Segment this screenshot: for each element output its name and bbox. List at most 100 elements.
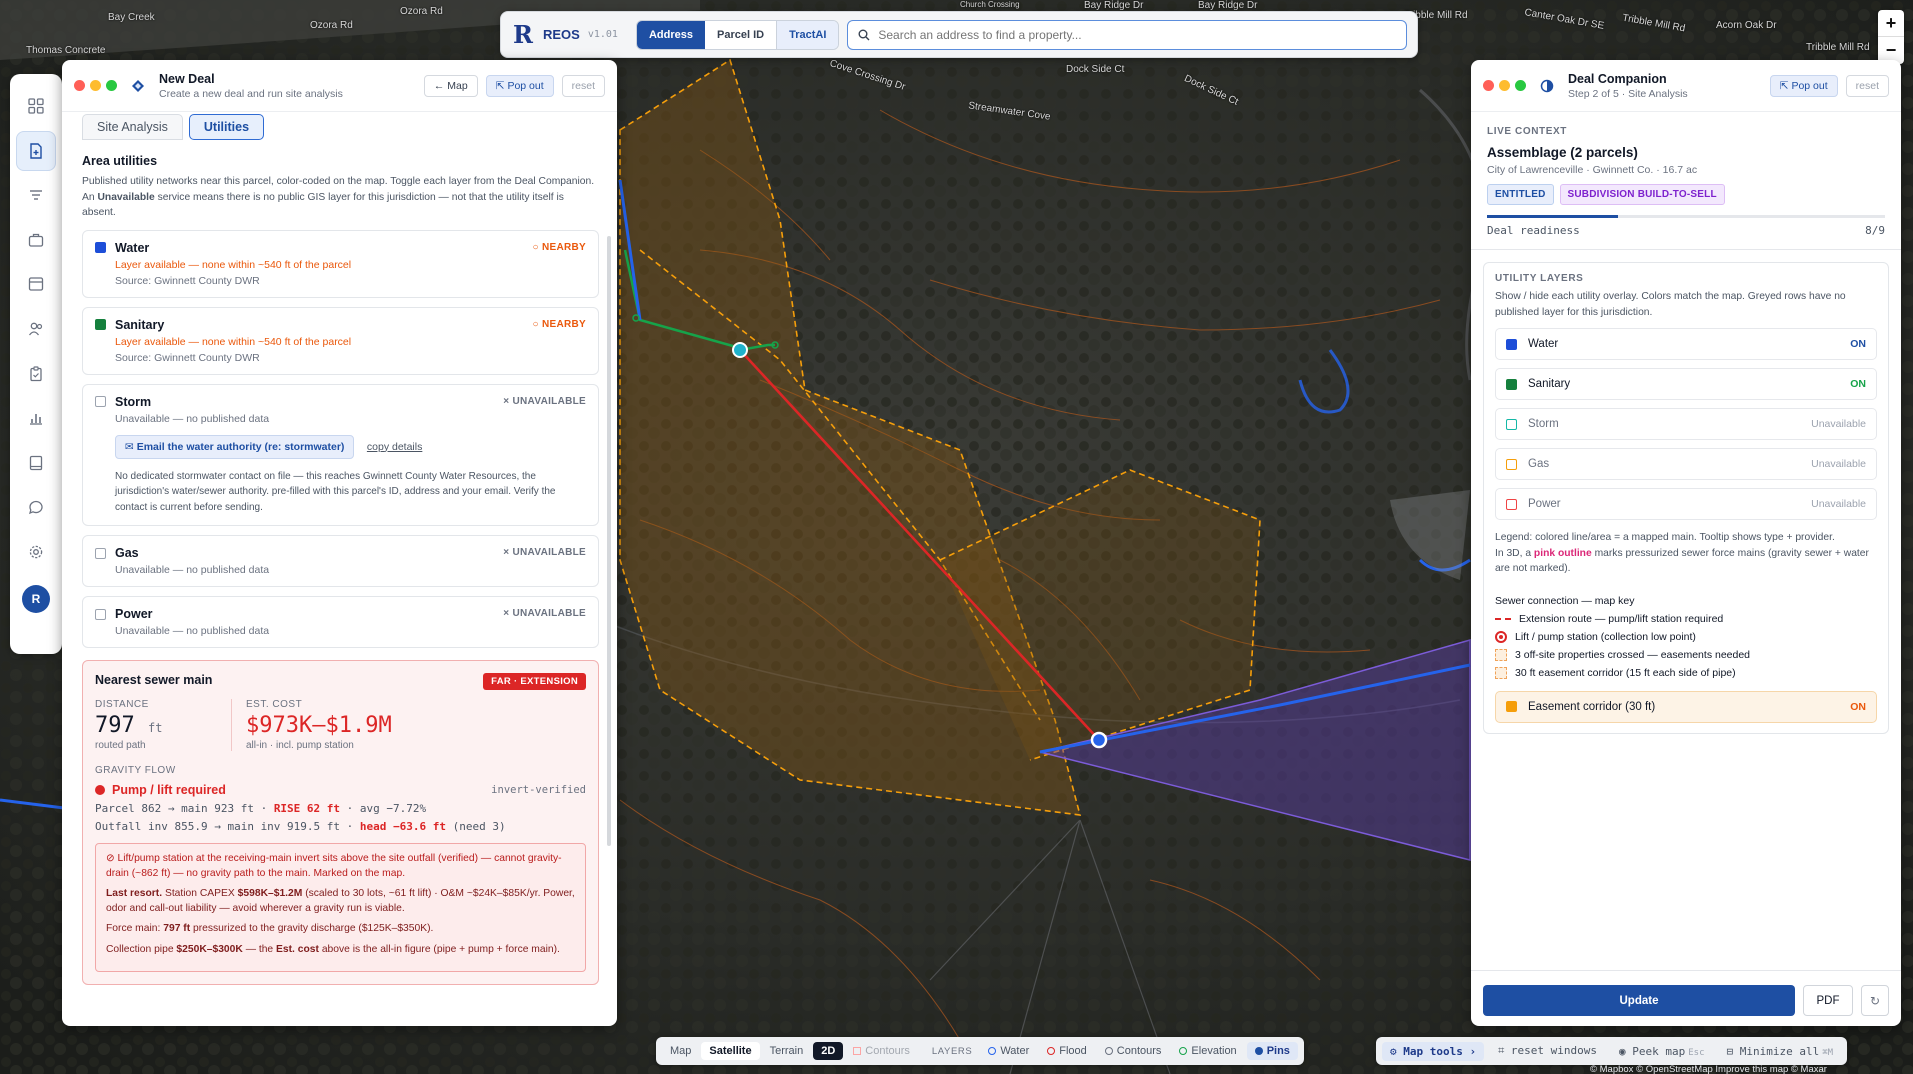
copy-details-link[interactable]: copy details [367, 441, 422, 453]
live-context: LIVE CONTEXT Assemblage (2 parcels) City… [1487, 126, 1885, 237]
search-input[interactable] [878, 27, 1396, 42]
window-tools-bar: ⚙ Map tools › ⌗ reset windows ◉ Peek map… [1376, 1037, 1848, 1065]
rise-readout: Parcel 862 → main 923 ft · RISE 62 ft · … [95, 802, 427, 815]
utility-name: Storm [115, 394, 152, 409]
layer-contours[interactable]: Contours [1097, 1042, 1170, 1060]
assemblage-location: City of Lawrenceville · Gwinnett Co. · 1… [1487, 164, 1698, 176]
mode-tractai[interactable]: TractAI [776, 20, 839, 49]
utility-name: Sanitary [115, 317, 165, 332]
inbox-icon[interactable] [16, 264, 56, 304]
readiness-label: Deal readiness [1487, 224, 1580, 237]
nav-rail: R [10, 74, 62, 654]
search-bar: R REOS v1.01 Address Parcel ID TractAI [500, 11, 1418, 58]
layer-elevation[interactable]: Elevation [1171, 1042, 1244, 1060]
back-to-map-button[interactable]: ← Map [423, 74, 478, 97]
storm-contact-note: No dedicated stormwater contact on file … [115, 470, 556, 513]
utility-card-sanitary[interactable]: Sanitary ○ NEARBY Layer available — none… [82, 306, 599, 375]
new-deal-icon[interactable] [16, 130, 56, 171]
layer-toggle-easement[interactable]: Easement corridor (30 ft) ON [1495, 690, 1877, 723]
book-icon[interactable] [16, 443, 56, 483]
utility-card-storm[interactable]: Storm × UNAVAILABLE Unavailable — no pub… [82, 383, 599, 526]
nearest-sewer-card: Nearest sewer main FAR · EXTENSION DISTA… [82, 660, 599, 985]
utility-status: Unavailable — no published data [115, 412, 270, 425]
settings-icon[interactable] [16, 532, 56, 572]
layer-toggle-power[interactable]: Power Unavailable [1495, 488, 1877, 520]
section-description: Published utility networks near this par… [82, 176, 595, 218]
cost-metric: EST. COST $973K–$1.9M all-in · incl. pum… [231, 699, 392, 751]
filter-icon[interactable] [16, 175, 56, 215]
minimize-all-button[interactable]: ⊟ Minimize all ⌘M [1719, 1042, 1842, 1061]
panel-subtitle: Create a new deal and run site analysis [159, 87, 343, 100]
utility-name: Gas [115, 546, 139, 560]
layer-flood[interactable]: Flood [1039, 1042, 1095, 1060]
key-offsite-properties: 3 off-site properties crossed — easement… [1495, 648, 1877, 661]
close-window-button[interactable] [74, 80, 85, 91]
map-label: Bay Ridge Dr [1084, 0, 1144, 11]
utility-source: Source: Gwinnett County DWR [115, 351, 260, 364]
pop-out-button[interactable]: ⇱ Pop out [485, 74, 554, 97]
avatar[interactable]: R [22, 584, 50, 613]
layers-legend: Legend: colored line/area = a mapped mai… [1495, 532, 1869, 574]
clipboard-icon[interactable] [16, 354, 56, 394]
style-satellite[interactable]: Satellite [701, 1042, 760, 1060]
panel-title: New Deal [159, 71, 215, 86]
reos-logo: R [513, 20, 533, 49]
gas-checkbox[interactable] [95, 547, 106, 559]
power-checkbox[interactable] [95, 608, 106, 620]
grid-icon[interactable] [16, 86, 56, 126]
update-button[interactable]: Update [1483, 985, 1795, 1016]
tab-site-analysis[interactable]: Site Analysis [82, 114, 183, 140]
map-tools-button[interactable]: ⚙ Map tools › [1382, 1041, 1485, 1061]
email-authority-button[interactable]: ✉ Email the water authority (re: stormwa… [115, 434, 355, 459]
status-badge: ○ NEARBY [532, 241, 586, 253]
close-window-button[interactable] [1483, 80, 1494, 91]
toggle-2d[interactable]: 2D [813, 1042, 844, 1060]
pop-out-button[interactable]: ⇱ Pop out [1769, 74, 1838, 97]
maximize-window-button[interactable] [106, 80, 117, 91]
analysis-tabs: Site Analysis Utilities [82, 114, 599, 140]
zoom-controls: + − [1878, 10, 1904, 64]
people-icon[interactable] [16, 309, 56, 349]
maximize-window-button[interactable] [1515, 80, 1526, 91]
reset-button[interactable]: reset [561, 74, 605, 97]
chart-icon[interactable] [16, 398, 56, 438]
briefcase-icon[interactable] [16, 220, 56, 260]
style-terrain[interactable]: Terrain [762, 1042, 812, 1060]
minimize-window-button[interactable] [90, 80, 101, 91]
minimize-window-button[interactable] [1499, 80, 1510, 91]
zoom-in-button[interactable]: + [1878, 10, 1904, 37]
panel-scrollbar[interactable] [607, 236, 611, 846]
window-controls [1483, 80, 1526, 91]
layer-toggle-sanitary[interactable]: Sanitary ON [1495, 368, 1877, 400]
layer-toggle-gas[interactable]: Gas Unavailable [1495, 448, 1877, 480]
assemblage-title: Assemblage (2 parcels) [1487, 145, 1638, 160]
map-attribution[interactable]: © Mapbox © OpenStreetMap Improve this ma… [1590, 1064, 1827, 1074]
pdf-button[interactable]: PDF [1803, 985, 1853, 1016]
peek-map-button[interactable]: ◉ Peek map Esc [1611, 1042, 1713, 1061]
utility-status: Unavailable — no published data [115, 625, 270, 637]
storm-checkbox[interactable] [95, 396, 106, 407]
refresh-icon[interactable]: ↻ [1861, 985, 1889, 1016]
reset-button[interactable]: reset [1845, 74, 1889, 97]
reset-windows-button[interactable]: ⌗ reset windows [1490, 1041, 1605, 1061]
utility-card-gas[interactable]: Gas × UNAVAILABLE Unavailable — no publi… [82, 535, 599, 587]
gravity-status: Pump / lift required [112, 783, 226, 797]
style-map[interactable]: Map [662, 1042, 699, 1060]
utility-card-power[interactable]: Power × UNAVAILABLE Unavailable — no pub… [82, 596, 599, 648]
contours-toggle-disabled[interactable]: Contours [845, 1042, 918, 1060]
head-readout: Outfall inv 855.9 → main inv 919.5 ft · … [95, 820, 506, 833]
mode-address[interactable]: Address [636, 20, 705, 49]
chat-icon[interactable] [16, 487, 56, 527]
layers-label: LAYERS [931, 1045, 973, 1057]
map-label: Thomas Concrete [26, 45, 106, 56]
section-title: Area utilities [82, 154, 158, 168]
layer-toggle-water[interactable]: Water ON [1495, 328, 1877, 360]
layer-toggle-storm[interactable]: Storm Unavailable [1495, 408, 1877, 440]
status-badge: × UNAVAILABLE [503, 395, 586, 407]
pins-toggle[interactable]: Pins [1246, 1042, 1298, 1060]
mode-parcel-id[interactable]: Parcel ID [704, 20, 777, 49]
tab-utilities[interactable]: Utilities [188, 114, 265, 140]
layer-water[interactable]: Water [980, 1042, 1037, 1060]
utility-card-water[interactable]: Water ○ NEARBY Layer available — none wi… [82, 229, 599, 298]
search-field[interactable] [847, 19, 1407, 50]
